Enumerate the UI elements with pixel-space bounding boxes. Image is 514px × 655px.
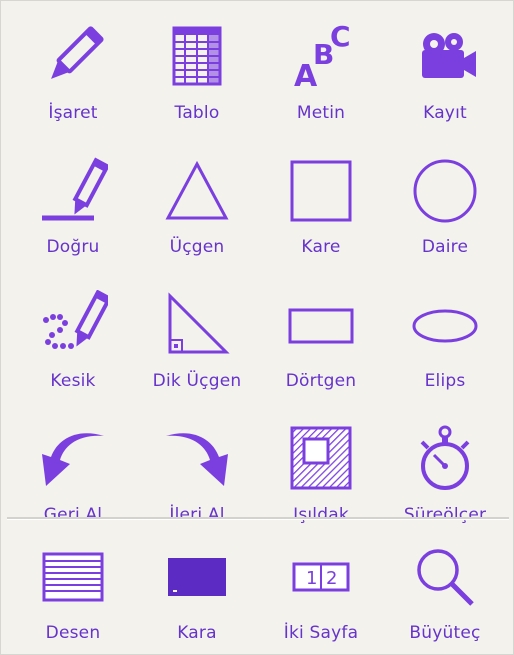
tool-grid: İşaret Tablo A B C Metin Kayıt Doğru Üçg… [11, 11, 509, 547]
two-page-icon: 1 2 [283, 539, 359, 615]
undo-arrow-icon [35, 421, 111, 497]
tool-desen[interactable]: Desen [11, 531, 135, 649]
tool-label: Üçgen [169, 237, 225, 257]
tool-label: Büyüteç [409, 623, 481, 643]
circle-icon [407, 153, 483, 229]
tool-dortgen[interactable]: Dörtgen [259, 279, 383, 413]
tool-label: Kare [301, 237, 341, 257]
tool-sureolcer[interactable]: Süreölçer [383, 413, 507, 547]
tool-label: İki Sayfa [283, 623, 359, 643]
tool-label: Tablo [174, 103, 220, 123]
text-abc-icon: A B C [283, 19, 359, 95]
tool-label: İşaret [48, 103, 98, 123]
tool-dik-ucgen[interactable]: Dik Üçgen [135, 279, 259, 413]
redo-arrow-icon [159, 421, 235, 497]
tool-panel: İşaret Tablo A B C Metin Kayıt Doğru Üçg… [0, 0, 514, 655]
tool-label: Kesik [50, 371, 96, 391]
section-divider [7, 517, 509, 520]
video-camera-icon [407, 19, 483, 95]
tool-geri-al[interactable]: Geri Al [11, 413, 135, 547]
spotlight-icon [283, 421, 359, 497]
blackboard-icon [159, 539, 235, 615]
right-triangle-icon [159, 287, 235, 363]
tool-isildak[interactable]: Işıldak [259, 413, 383, 547]
tool-kara[interactable]: Kara [135, 531, 259, 649]
page-number: 1 [306, 568, 317, 589]
tool-daire[interactable]: Daire [383, 145, 507, 279]
triangle-icon [159, 153, 235, 229]
tool-label: Işıldak [293, 505, 349, 525]
rectangle-icon [283, 287, 359, 363]
tool-elips[interactable]: Elips [383, 279, 507, 413]
tool-label: Metin [296, 103, 346, 123]
tool-ileri-al[interactable]: İleri Al [135, 413, 259, 547]
dashed-pen-icon [35, 287, 111, 363]
tool-label: Kayıt [423, 103, 467, 123]
tool-label: Dörtgen [285, 371, 357, 391]
tool-label: Doğru [46, 237, 100, 257]
tool-buyutec[interactable]: Büyüteç [383, 531, 507, 649]
tool-label: Elips [424, 371, 466, 391]
tool-label: Kara [177, 623, 217, 643]
table-icon [159, 19, 235, 95]
tool-ucgen[interactable]: Üçgen [135, 145, 259, 279]
stopwatch-icon [407, 421, 483, 497]
bottom-tool-grid: Desen Kara 1 2 İki Sayfa Büyüteç [11, 531, 509, 649]
ellipse-icon [407, 287, 483, 363]
tool-dogru[interactable]: Doğru [11, 145, 135, 279]
page-number: 2 [326, 568, 337, 589]
tool-kare[interactable]: Kare [259, 145, 383, 279]
tool-label: Daire [421, 237, 469, 257]
tool-kesik[interactable]: Kesik [11, 279, 135, 413]
tool-label: Dik Üçgen [152, 371, 242, 391]
tool-label: Süreölçer [403, 505, 487, 525]
tool-label: Geri Al [43, 505, 103, 525]
pattern-lines-icon [35, 539, 111, 615]
tool-tablo[interactable]: Tablo [135, 11, 259, 145]
tool-iki-sayfa[interactable]: 1 2 İki Sayfa [259, 531, 383, 649]
magnifier-icon [407, 539, 483, 615]
tool-label: Desen [45, 623, 101, 643]
abc-letter: C [330, 22, 351, 53]
tool-metin[interactable]: A B C Metin [259, 11, 383, 145]
square-icon [283, 153, 359, 229]
tool-label: İleri Al [169, 505, 225, 525]
tool-kayit[interactable]: Kayıt [383, 11, 507, 145]
line-pen-icon [35, 153, 111, 229]
tool-isaret[interactable]: İşaret [11, 11, 135, 145]
pen-icon [35, 19, 111, 95]
